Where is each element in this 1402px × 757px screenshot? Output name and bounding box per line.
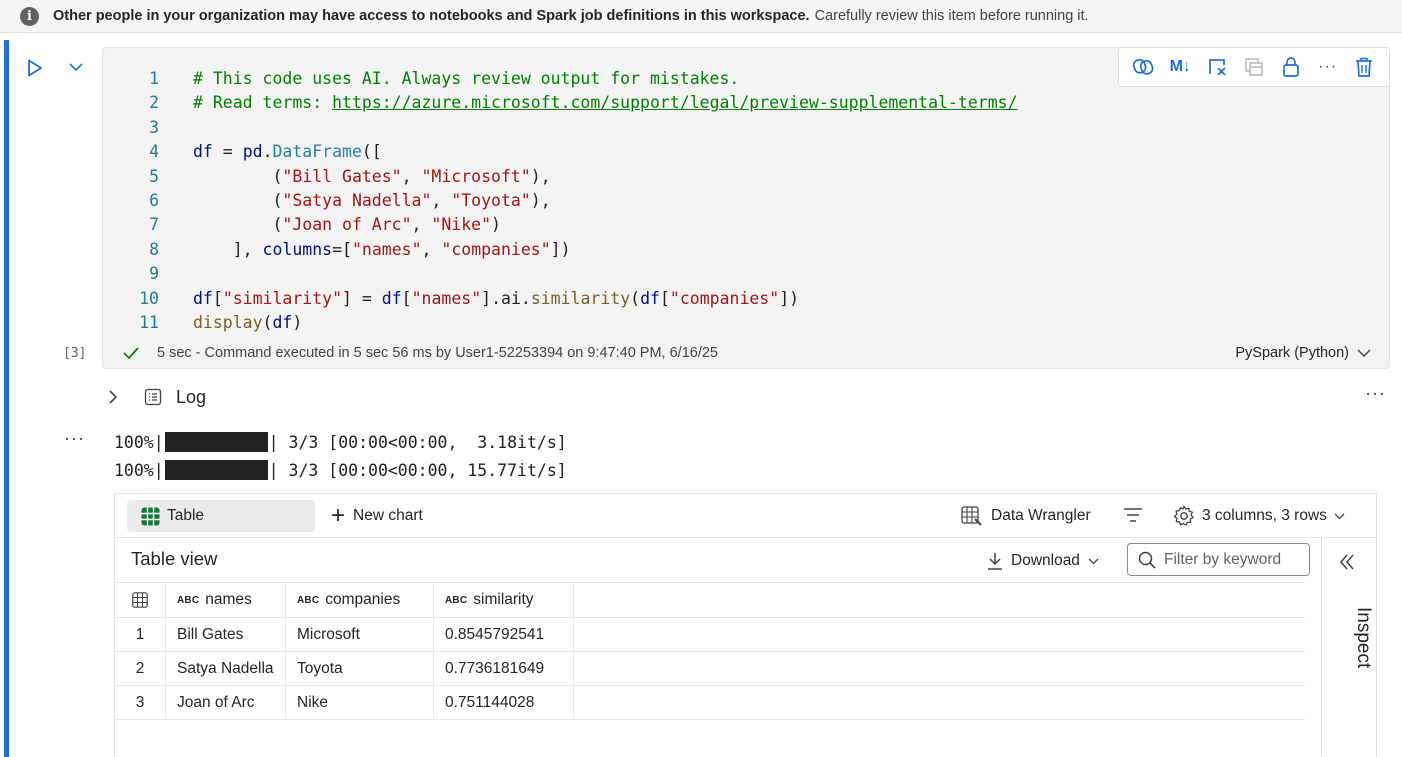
code-line: 1 # This code uses AI. Always review outp… — [149, 69, 740, 88]
table-output-panel: Table + New chart Data Wrangler 3 column… — [114, 493, 1377, 757]
tab-table[interactable]: Table — [127, 500, 315, 532]
code-line: 8 ], columns=["names", "companies"]) — [149, 239, 571, 259]
plus-icon: + — [331, 502, 346, 529]
table-toolbar: Table + New chart Data Wrangler 3 column… — [115, 494, 1376, 538]
code-line: 2 # Read terms: https://azure.microsoft.c… — [149, 93, 1018, 113]
run-cell-button[interactable] — [24, 56, 46, 80]
execution-status-text: 5 sec - Command executed in 5 sec 56 ms … — [157, 345, 718, 361]
info-icon: i — [20, 6, 39, 26]
cell-status-bar: 5 sec - Command executed in 5 sec 56 ms … — [103, 338, 1389, 368]
code-line: 11 display(df) — [139, 312, 303, 332]
new-chart-button[interactable]: + New chart — [331, 500, 423, 532]
terms-link[interactable]: https://azure.microsoft.com/support/lega… — [332, 93, 1017, 112]
filter-icon[interactable] — [1123, 507, 1143, 528]
banner-rest-text: Carefully review this item before runnin… — [814, 8, 1089, 24]
output-more-options-icon[interactable]: ··· — [1365, 383, 1386, 404]
progress-bar — [164, 432, 268, 452]
chevron-down-icon — [1357, 349, 1371, 357]
output-collapse-icon[interactable]: ··· — [64, 428, 85, 449]
table-row[interactable]: 2 Satya Nadella Toyota 0.7736181649 — [115, 652, 1305, 686]
chevron-right-icon — [108, 389, 128, 405]
column-header-companies[interactable]: ABC companies — [286, 583, 434, 617]
code-editor[interactable]: 1 # This code uses AI. Always review outp… — [103, 67, 1389, 335]
play-icon — [28, 59, 42, 77]
workspace-warning-banner: i Other people in your organization may … — [0, 0, 1402, 33]
string-type-icon: ABC — [297, 594, 320, 606]
collapse-pane-icon[interactable] — [1338, 553, 1356, 576]
data-wrangler-icon — [961, 506, 982, 526]
filter-by-keyword-field[interactable] — [1127, 543, 1310, 576]
column-header-similarity[interactable]: ABC similarity — [434, 583, 574, 617]
code-line: 4 df = pd.DataFrame([ — [149, 142, 382, 162]
column-header-names[interactable]: ABC names — [166, 583, 286, 617]
code-line: 10 df["similarity"] = df["names"].ai.simi… — [139, 288, 800, 308]
code-line: 5 ("Bill Gates", "Microsoft"), — [149, 166, 551, 186]
chevron-down-icon — [69, 63, 83, 72]
data-wrangler-button[interactable]: Data Wrangler — [961, 500, 1091, 532]
code-line: 7 ("Joan of Arc", "Nike") — [149, 215, 501, 235]
chevron-down-icon — [1334, 513, 1345, 519]
code-line: 6 ("Satya Nadella", "Toyota"), — [149, 190, 551, 210]
table-row[interactable]: 1 Bill Gates Microsoft 0.8545792541 — [115, 618, 1305, 652]
success-check-icon — [123, 343, 143, 364]
inspect-tab[interactable]: Inspect — [1352, 607, 1374, 668]
download-icon — [988, 553, 1002, 570]
search-icon — [1138, 551, 1156, 569]
download-button[interactable]: Download — [987, 550, 1099, 572]
filter-input[interactable] — [1164, 550, 1304, 569]
table-grid-icon — [141, 507, 160, 526]
language-selector[interactable]: PySpark (Python) — [1235, 345, 1371, 361]
execution-count: [3] — [63, 346, 87, 361]
progress-line: 100%| | 3/3 [00:00<00:00, 3.18it/s] — [114, 432, 567, 452]
language-label: PySpark (Python) — [1235, 345, 1349, 361]
code-line: 9 — [149, 264, 159, 284]
progress-bar — [164, 460, 268, 480]
code-cell[interactable]: M↓ ··· 1 # This code uses AI. Always revi… — [102, 47, 1390, 369]
data-table: ABC names ABC companies ABC similarity 1 Bi… — [115, 582, 1305, 720]
table-view-title: Table view — [131, 548, 218, 569]
table-row[interactable]: 3 Joan of Arc Nike 0.751144028 — [115, 686, 1305, 720]
columns-rows-settings[interactable]: 3 columns, 3 rows — [1173, 500, 1345, 532]
active-cell-indicator — [4, 40, 9, 757]
tab-table-label: Table — [167, 507, 205, 524]
string-type-icon: ABC — [177, 594, 200, 606]
log-label: Log — [176, 386, 207, 407]
table-header-row: ABC names ABC companies ABC similarity — [115, 582, 1305, 618]
chevron-down-icon — [1088, 558, 1099, 564]
run-options-dropdown[interactable] — [64, 56, 88, 78]
log-icon — [144, 388, 164, 406]
inspect-pane: Inspect — [1321, 538, 1377, 757]
banner-strong-text: Other people in your organization may ha… — [53, 8, 810, 24]
select-all-icon[interactable] — [115, 583, 166, 617]
string-type-icon: ABC — [445, 594, 468, 606]
log-toggle[interactable]: Log — [108, 384, 206, 410]
gear-icon — [1173, 505, 1194, 526]
progress-line: 100%| | 3/3 [00:00<00:00, 15.77it/s] — [114, 460, 567, 480]
code-line: 3 — [149, 117, 159, 137]
